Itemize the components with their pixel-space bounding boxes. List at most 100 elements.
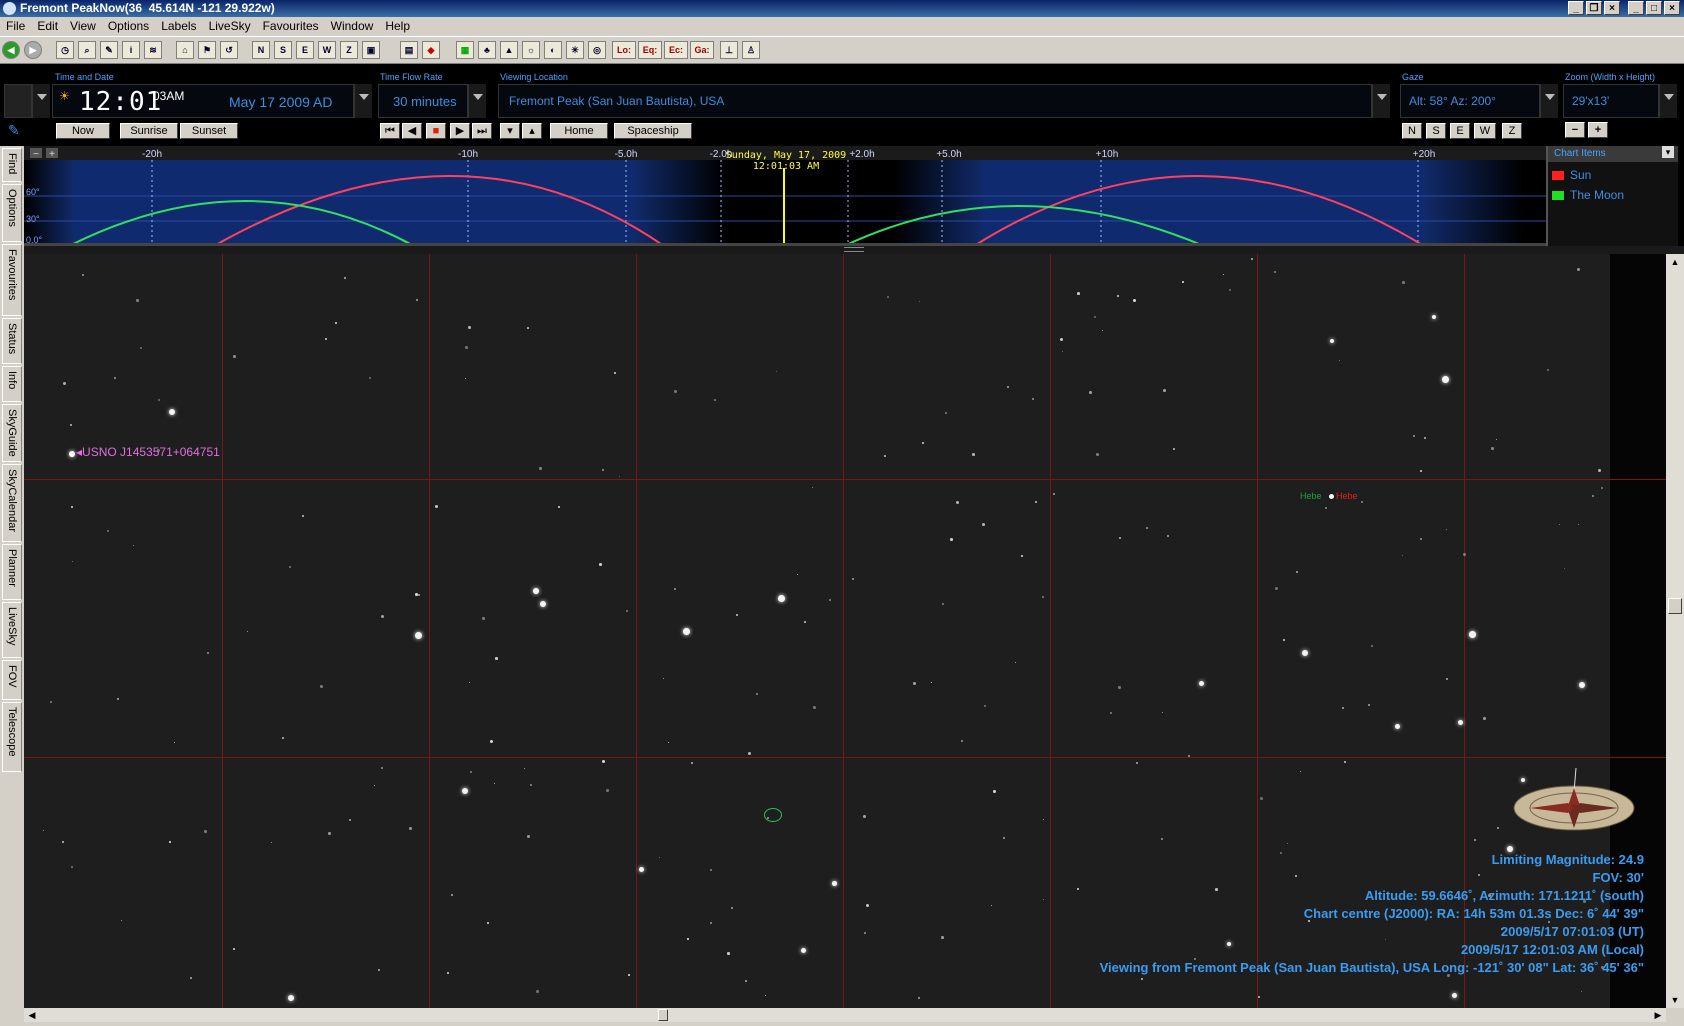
play-button[interactable]: ▶ [450,123,470,139]
menu-options[interactable]: Options [102,17,155,36]
close-child-button[interactable]: × [1604,1,1620,15]
constellation-icon[interactable]: ✳ [566,41,584,59]
stop-button[interactable]: ■ [426,123,446,139]
horizon-icon[interactable]: ▦ [456,41,474,59]
minimize-window-button[interactable]: _ [1628,1,1644,15]
local-grid-button[interactable]: Lo: [612,41,636,59]
down-button[interactable]: ▾ [500,123,520,139]
location-dropdown[interactable] [1372,84,1390,118]
spaceship-button[interactable]: Spaceship [614,123,692,139]
legend-menu-icon[interactable]: ▾ [1662,146,1674,158]
back-icon[interactable]: ◀ [2,41,20,59]
menu-favourites[interactable]: Favourites [257,17,325,36]
tab-options[interactable]: Options [2,184,22,242]
zoom-out-button[interactable]: − [1565,122,1585,138]
gaze-east-button[interactable]: E [1450,123,1470,139]
labelled-star[interactable] [69,451,75,457]
restore-child-button[interactable]: ❐ [1586,1,1602,15]
menu-help[interactable]: Help [379,17,416,36]
vertical-scrollbar[interactable]: ▲ ▼ [1666,254,1684,1008]
hand-dropdown[interactable] [32,84,50,118]
horizontal-scrollbar[interactable]: ◀ ▶ [24,1008,1666,1022]
horizontal-scroll-thumb[interactable] [658,1009,668,1021]
legend-moon[interactable]: The Moon [1570,188,1624,202]
location-field[interactable]: Fremont Peak (San Juan Bautista), USA [498,84,1372,118]
tab-livesky[interactable]: LiveSky [2,602,22,658]
telescope-icon[interactable]: ⊥ [720,41,738,59]
pin-icon[interactable]: ✎ [8,122,20,139]
chart-icon[interactable]: ≋ [144,41,162,59]
compass-n-icon[interactable]: N [252,41,270,59]
tab-telescope[interactable]: Telescope [2,702,22,772]
sunset-button[interactable]: Sunset [180,123,238,139]
tree-icon[interactable]: ♣ [478,41,496,59]
menu-edit[interactable]: Edit [31,17,64,36]
scroll-down-icon[interactable]: ▼ [1668,994,1682,1006]
sun-icon[interactable]: ☼ [522,41,540,59]
maximize-window-button[interactable]: □ [1646,1,1662,15]
tab-fov[interactable]: FOV [2,660,22,700]
menu-labels[interactable]: Labels [155,17,202,36]
person-icon[interactable]: ♙ [742,41,760,59]
equatorial-grid-button[interactable]: Eq: [638,41,662,59]
galactic-grid-button[interactable]: Ga: [690,41,714,59]
home-button[interactable]: Home [550,123,608,139]
up-button[interactable]: ▴ [522,123,542,139]
info-icon[interactable]: i [122,41,140,59]
tab-skyguide[interactable]: SkyGuide [2,404,22,462]
gaze-zenith-button[interactable]: Z [1502,123,1522,139]
target-icon[interactable]: ◎ [588,41,606,59]
time-dropdown[interactable] [354,84,372,118]
step-back-button[interactable]: ◀ [402,123,422,139]
timeline-panel[interactable]: − + 60° 30° 0.0° -20h -10h -5.0h -2.0h +… [24,146,1546,246]
menu-file[interactable]: File [0,17,31,36]
flow-rate-field[interactable]: 30 minutes [378,84,468,118]
scroll-right-icon[interactable]: ▶ [1652,1009,1664,1021]
close-window-button[interactable]: × [1664,1,1680,15]
flag-icon[interactable]: ⚑ [198,41,216,59]
diamond-icon[interactable]: ◆ [422,41,440,59]
tab-favourites[interactable]: Favourites [2,244,22,316]
zoom-icon[interactable]: ⌕ [78,41,96,59]
zoom-dropdown[interactable] [1659,84,1677,118]
zenith-icon[interactable]: Z [340,41,358,59]
rotate-icon[interactable]: ↺ [220,41,238,59]
tab-planner[interactable]: Planner [2,544,22,600]
now-button[interactable]: Now [56,123,110,139]
hebe-marker[interactable] [1329,494,1334,499]
ecliptic-grid-button[interactable]: Ec: [664,41,688,59]
tab-status[interactable]: Status [2,318,22,364]
tab-find[interactable]: Find [2,148,22,182]
edit-icon[interactable]: ✎ [100,41,118,59]
compass-w-icon[interactable]: W [318,41,336,59]
zoom-field[interactable]: 29'x13' [1563,84,1659,118]
zoom-in-button[interactable]: + [1588,122,1608,138]
flow-dropdown[interactable] [468,84,486,118]
vertical-scroll-thumb[interactable] [1668,598,1682,614]
gaze-dropdown[interactable] [1540,84,1558,118]
minimize-child-button[interactable]: _ [1568,1,1584,15]
menu-view[interactable]: View [64,17,102,36]
legend-sun[interactable]: Sun [1570,168,1591,182]
gaze-field[interactable]: Alt: 58° Az: 200° [1400,84,1540,118]
gaze-south-button[interactable]: S [1426,123,1446,139]
target-circle[interactable] [764,808,782,822]
tab-skycalendar[interactable]: SkyCalendar [2,464,22,542]
compass-e-icon[interactable]: E [296,41,314,59]
gaze-west-button[interactable]: W [1474,123,1496,139]
clock-icon[interactable]: ◷ [56,41,74,59]
home-icon[interactable]: ⌂ [176,41,194,59]
sunrise-button[interactable]: Sunrise [120,123,178,139]
splitter[interactable] [24,246,1684,254]
mountain-icon[interactable]: ▲ [500,41,518,59]
image-icon[interactable]: ▤ [400,41,418,59]
step-forward-button[interactable]: ⏭ [472,123,492,139]
forward-icon[interactable]: ▶ [24,41,42,59]
menu-window[interactable]: Window [325,17,380,36]
scroll-left-icon[interactable]: ◀ [26,1009,38,1021]
sky-chart[interactable]: ◂USNO J1453571+064751 Hebe Hebe Limiting… [24,254,1666,1008]
time-date-field[interactable]: ☀ 12:01 03AM May 17 2009 AD [52,84,354,118]
moon-icon[interactable]: ◐ [544,41,562,59]
tab-info[interactable]: Info [2,366,22,402]
menu-livesky[interactable]: LiveSky [203,17,257,36]
